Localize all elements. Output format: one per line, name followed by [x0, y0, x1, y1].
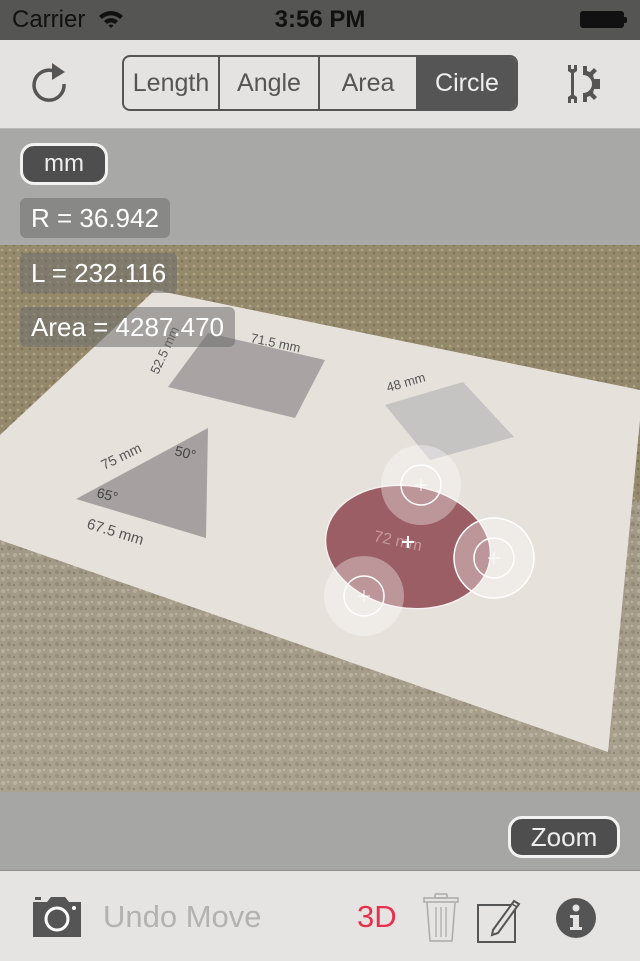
- radius-readout: R = 36.942: [20, 198, 170, 238]
- clock: 3:56 PM: [274, 6, 366, 33]
- tab-length[interactable]: Length: [124, 57, 220, 109]
- tab-area[interactable]: Area: [320, 57, 418, 109]
- measurement-scene: 71.5 mm 52.5 mm 48 mm 75 mm 50° 65° 67.5…: [0, 129, 640, 870]
- info-button[interactable]: [555, 897, 597, 939]
- photo-canvas[interactable]: 71.5 mm 52.5 mm 48 mm 75 mm 50° 65° 67.5…: [0, 129, 640, 870]
- info-icon: [556, 898, 596, 938]
- refresh-button[interactable]: [26, 60, 74, 108]
- refresh-icon: [32, 63, 66, 102]
- status-bar: Carrier 3:56 PM: [0, 0, 640, 40]
- measure-mode-control: Length Angle Area Circle: [122, 55, 518, 111]
- top-toolbar: Length Angle Area Circle: [0, 40, 640, 129]
- area-readout: Area = 4287.470: [20, 307, 235, 347]
- unit-toggle-button[interactable]: mm: [20, 143, 108, 185]
- battery-full-icon: [580, 11, 627, 28]
- camera-icon: [33, 897, 81, 937]
- undo-move-button[interactable]: Undo Move: [103, 899, 262, 935]
- delete-button[interactable]: [422, 893, 460, 943]
- tab-circle[interactable]: Circle: [418, 57, 516, 109]
- trash-icon: [423, 893, 459, 942]
- settings-button[interactable]: [563, 62, 609, 106]
- edit-note-icon: [477, 899, 521, 943]
- tools-settings-icon: [568, 65, 600, 103]
- length-readout: L = 232.116: [20, 253, 178, 293]
- bottom-toolbar: Undo Move 3D: [0, 870, 640, 961]
- edit-note-button[interactable]: [476, 895, 526, 945]
- 3d-button[interactable]: 3D: [357, 899, 397, 935]
- tab-angle[interactable]: Angle: [220, 57, 320, 109]
- drag-handle-bottom-left[interactable]: [324, 556, 404, 636]
- camera-button[interactable]: [31, 896, 83, 938]
- drag-handle-top[interactable]: [381, 445, 461, 525]
- zoom-button[interactable]: Zoom: [508, 816, 620, 858]
- drag-handle-right[interactable]: [453, 517, 535, 599]
